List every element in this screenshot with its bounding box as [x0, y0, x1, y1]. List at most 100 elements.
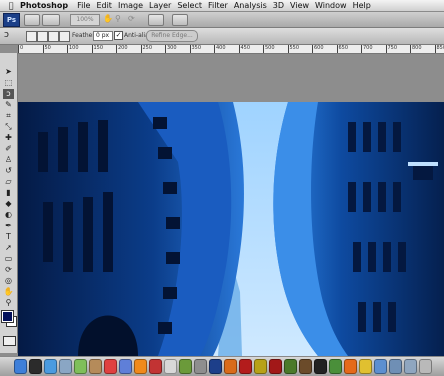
network-icon[interactable]	[374, 359, 387, 374]
type-tool-icon[interactable]: T	[3, 232, 14, 242]
gradient-tool-icon[interactable]: ▮	[3, 188, 14, 198]
menu-help[interactable]: Help	[353, 1, 371, 10]
3d-orbit-tool-icon[interactable]: ◎	[3, 276, 14, 286]
apple-menu-icon[interactable]: 	[4, 1, 18, 10]
hand-tool-icon[interactable]: ✋	[3, 287, 14, 297]
ruler-tick	[214, 45, 215, 53]
quick-mask-icon[interactable]	[3, 336, 16, 346]
ichat-icon[interactable]	[74, 359, 87, 374]
ruler-tick-label: 50	[45, 45, 51, 51]
pdf-icon[interactable]	[239, 359, 252, 374]
zoom-level[interactable]: 100%	[70, 14, 100, 26]
menu-analysis[interactable]: Analysis	[234, 1, 267, 10]
new-selection-icon[interactable]	[26, 31, 37, 42]
foreground-color-swatch[interactable]	[2, 311, 13, 322]
eraser-tool-icon[interactable]: ▱	[3, 177, 14, 187]
terminal-icon[interactable]	[314, 359, 327, 374]
eyedropper-tool-icon[interactable]: ⤡	[3, 122, 14, 132]
dreamweaver-icon[interactable]	[284, 359, 297, 374]
menu-filter[interactable]: Filter	[208, 1, 228, 10]
menu-window[interactable]: Window	[315, 1, 347, 10]
lasso-preset-icon[interactable]: ↄ	[4, 30, 9, 40]
photoshop-icon[interactable]	[209, 359, 222, 374]
crop-tool-icon[interactable]: ⌗	[3, 111, 14, 121]
arrange-documents-button[interactable]	[148, 14, 164, 26]
document-canvas[interactable]	[18, 102, 444, 356]
menu-3d[interactable]: 3D	[273, 1, 284, 10]
menu-app-name[interactable]: Photoshop	[20, 1, 68, 10]
activity-icon[interactable]	[329, 359, 342, 374]
zoom-tool-icon[interactable]: ⚲	[3, 298, 14, 308]
ruler-tick	[165, 45, 166, 53]
menu-view[interactable]: View	[290, 1, 309, 10]
marquee-tool-icon[interactable]: ⬚	[3, 78, 14, 88]
pen-tool-icon[interactable]: ✒	[3, 221, 14, 231]
brush-tool-icon[interactable]: ✐	[3, 144, 14, 154]
mail-icon[interactable]	[59, 359, 72, 374]
history-brush-tool-icon[interactable]: ↺	[3, 166, 14, 176]
itunes-icon[interactable]	[119, 359, 132, 374]
trash-icon[interactable]	[419, 359, 432, 374]
firefox-icon[interactable]	[344, 359, 357, 374]
bridge-icon[interactable]	[299, 359, 312, 374]
app-icon[interactable]	[149, 359, 162, 374]
path-select-tool-icon[interactable]: ➚	[3, 243, 14, 253]
ruler-tick	[361, 45, 362, 53]
flash-icon[interactable]	[269, 359, 282, 374]
screen-mode-button[interactable]	[172, 14, 188, 26]
quick-select-tool-icon[interactable]: ✎	[3, 100, 14, 110]
dashboard-icon[interactable]	[29, 359, 42, 374]
hand-icon[interactable]: ✋	[103, 14, 113, 23]
system-prefs-icon[interactable]	[194, 359, 207, 374]
menu-layer[interactable]: Layer	[149, 1, 171, 10]
rotate-view-icon[interactable]: ⟳	[128, 14, 135, 23]
dodge-tool-icon[interactable]: ◐	[3, 210, 14, 220]
ruler-tick-label: 100	[69, 45, 79, 51]
menu-select[interactable]: Select	[177, 1, 202, 10]
preview-icon[interactable]	[179, 359, 192, 374]
ical-icon[interactable]	[104, 359, 117, 374]
add-selection-icon[interactable]	[37, 31, 48, 42]
documents-icon[interactable]	[404, 359, 417, 374]
view-extras-button[interactable]	[42, 14, 60, 26]
lasso-tool-icon[interactable]: ↄ	[3, 89, 14, 99]
menu-bar:  Photoshop File Edit Image Layer Select…	[0, 0, 444, 12]
3d-rotate-tool-icon[interactable]: ⟳	[3, 265, 14, 275]
clock-icon[interactable]	[164, 359, 177, 374]
fireworks-icon[interactable]	[254, 359, 267, 374]
adium-icon[interactable]	[359, 359, 372, 374]
zoom-icon[interactable]: ⚲	[115, 14, 121, 23]
ruler-tick	[337, 45, 338, 53]
ruler-tick-label: 250	[143, 45, 153, 51]
menu-image[interactable]: Image	[118, 1, 143, 10]
safari-icon[interactable]	[44, 359, 57, 374]
finder-icon[interactable]	[14, 359, 27, 374]
intersect-selection-icon[interactable]	[59, 31, 70, 42]
illustrator-icon[interactable]	[224, 359, 237, 374]
vlc-icon[interactable]	[134, 359, 147, 374]
ruler-tick-label: 500	[265, 45, 275, 51]
blur-tool-icon[interactable]: ◆	[3, 199, 14, 209]
menu-edit[interactable]: Edit	[96, 1, 112, 10]
ruler-tick	[386, 45, 387, 53]
ruler-tick-label: 0	[20, 45, 23, 51]
subtract-selection-icon[interactable]	[48, 31, 59, 42]
move-tool-icon[interactable]: ➤	[3, 67, 14, 77]
antialias-checkbox[interactable]: ✓	[114, 31, 123, 40]
ruler-tick	[239, 45, 240, 53]
ruler-tick-label: 550	[290, 45, 300, 51]
tools-panel: ➤⬚ↄ✎⌗⤡✚✐♙↺▱▮◆◐✒T➚▭⟳◎✋⚲	[0, 53, 18, 353]
healing-brush-tool-icon[interactable]: ✚	[3, 133, 14, 143]
ruler-tick	[435, 45, 436, 53]
ruler-tick-label: 400	[216, 45, 226, 51]
feather-input[interactable]: 0 px	[93, 31, 113, 41]
ruler-tick-label: 600	[314, 45, 324, 51]
refine-edge-button[interactable]: Refine Edge...	[146, 30, 198, 42]
clone-stamp-tool-icon[interactable]: ♙	[3, 155, 14, 165]
downloads-icon[interactable]	[389, 359, 402, 374]
shape-tool-icon[interactable]: ▭	[3, 254, 14, 264]
menu-file[interactable]: File	[77, 1, 90, 10]
ruler-tick-label: 650	[339, 45, 349, 51]
bridge-button[interactable]	[24, 14, 40, 26]
address-book-icon[interactable]	[89, 359, 102, 374]
